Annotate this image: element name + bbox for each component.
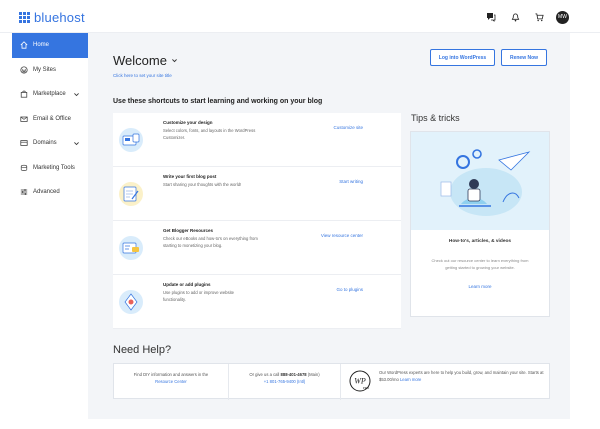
card-title: Get Blogger Resources (163, 228, 214, 233)
wp-logo-sub: PRO (363, 386, 370, 390)
sidebar-item-marketplace[interactable]: Marketplace (12, 82, 88, 107)
cart-icon[interactable] (532, 10, 546, 24)
sidebar-item-marketing-tools[interactable]: Marketing Tools (12, 156, 88, 181)
set-site-title-link[interactable]: Click here to set your site title (113, 73, 172, 78)
wp-pro-learn-more-link[interactable]: Learn more (400, 377, 421, 382)
card-title: Update or add plugins (163, 282, 211, 287)
learn-more-link[interactable]: Learn more (411, 284, 549, 289)
sidebar-item-email-office[interactable]: Email & Office (12, 107, 88, 132)
wordpress-icon (19, 65, 28, 74)
customize-site-link[interactable]: Customize site (333, 125, 363, 130)
blogger-resources-illustration (119, 236, 143, 260)
shortcut-card-plugins: Update or add plugins Use plugins to add… (113, 275, 401, 329)
sidebar-item-home[interactable]: Home (12, 33, 88, 58)
wp-logo-text: WP (354, 377, 366, 386)
help-phone: Or give us a call 888-401-4678 (Main) +1… (229, 364, 341, 400)
help-phone-text: Or give us a call (249, 372, 280, 377)
domains-icon (19, 139, 28, 148)
card-description: Use plugins to add or improve website fu… (163, 290, 234, 302)
top-icons: MW (474, 10, 569, 24)
sidebar-item-label: Email & Office (33, 115, 71, 122)
help-wp-pro: WP PRO Our WordPress experts are here to… (341, 364, 551, 400)
renew-now-button[interactable]: Renew Now (501, 49, 547, 66)
sidebar-item-label: Marketplace (33, 91, 66, 98)
mail-icon (19, 114, 28, 123)
sliders-icon (19, 188, 28, 197)
phone-main-suffix: (Main) (307, 372, 320, 377)
card-description: Start sharing your thoughts with the wor… (163, 182, 242, 187)
sidebar-item-domains[interactable]: Domains (12, 131, 88, 156)
chat-icon[interactable] (484, 10, 498, 24)
sidebar-item-my-sites[interactable]: My Sites (12, 58, 88, 83)
log-into-wordpress-button[interactable]: Log into WordPress (430, 49, 495, 66)
chevron-down-icon[interactable] (73, 91, 80, 98)
welcome-title: Welcome (113, 53, 167, 68)
top-bar: bluehost MW (0, 0, 600, 33)
shortcut-card-write-post: Write your first blog post Start sharing… (113, 167, 401, 221)
start-writing-link[interactable]: Start writing (339, 179, 363, 184)
sidebar-item-label: Advanced (33, 189, 60, 196)
chevron-down-icon (172, 59, 177, 63)
bluehost-logo[interactable]: bluehost (19, 10, 85, 25)
write-post-illustration (119, 182, 143, 206)
tips-description: Check out our resource center to learn e… (431, 258, 529, 270)
help-resource-center: Find DIY information and answers in the … (114, 364, 229, 400)
sidebar-item-label: Marketing Tools (33, 164, 75, 171)
wp-pro-logo-icon: WP PRO (349, 370, 371, 392)
welcome-heading[interactable]: Welcome (113, 53, 178, 68)
card-description: Check our eBooks and how-to's on everyth… (163, 236, 258, 248)
shortcut-card-customize: Customize your design Select colors, fon… (113, 113, 401, 167)
brand-name: bluehost (34, 10, 85, 25)
tips-heading: How-to's, articles, & videos (448, 239, 512, 244)
sidebar-item-label: Home (33, 42, 50, 49)
tips-illustration (411, 132, 549, 230)
customize-design-illustration (119, 128, 143, 152)
sidebar-item-label: Domains (33, 140, 57, 147)
sidebar-item-label: My Sites (33, 66, 57, 73)
marketing-icon (19, 163, 28, 172)
bluehost-grid-icon (19, 12, 30, 23)
phone-intl[interactable]: +1 801-765-9400 (Intl) (229, 379, 340, 386)
view-resource-center-link[interactable]: View resource center (321, 233, 363, 238)
need-help-title: Need Help? (113, 344, 172, 356)
resource-center-link[interactable]: Resource Center (114, 379, 228, 386)
card-title: Customize your design (163, 120, 213, 125)
bell-icon[interactable] (508, 10, 522, 24)
help-wp-pro-text: Our WordPress experts are here to help y… (379, 370, 544, 383)
home-icon (19, 41, 28, 50)
user-avatar[interactable]: MW (556, 10, 569, 24)
card-title: Write your first blog post (163, 174, 217, 179)
chevron-down-icon[interactable] (73, 140, 80, 147)
card-description: Select colors, fonts, and layouts in the… (163, 128, 256, 140)
shortcuts-title: Use these shortcuts to start learning an… (113, 98, 323, 105)
go-to-plugins-link[interactable]: Go to plugins (336, 287, 363, 292)
plugins-illustration (119, 290, 143, 314)
help-box: Find DIY information and answers in the … (113, 363, 551, 400)
phone-main[interactable]: 888-401-4678 (281, 372, 307, 377)
main-content: Welcome Click here to set your site titl… (88, 33, 570, 419)
tips-title: Tips & tricks (411, 113, 460, 123)
tips-card: How-to's, articles, & videos Check out o… (410, 131, 550, 317)
sidebar: Home My Sites Marketplace Email & Office… (12, 33, 88, 429)
bag-icon (19, 90, 28, 99)
sidebar-item-advanced[interactable]: Advanced (12, 180, 88, 205)
shortcut-card-blogger-resources: Get Blogger Resources Check our eBooks a… (113, 221, 401, 275)
